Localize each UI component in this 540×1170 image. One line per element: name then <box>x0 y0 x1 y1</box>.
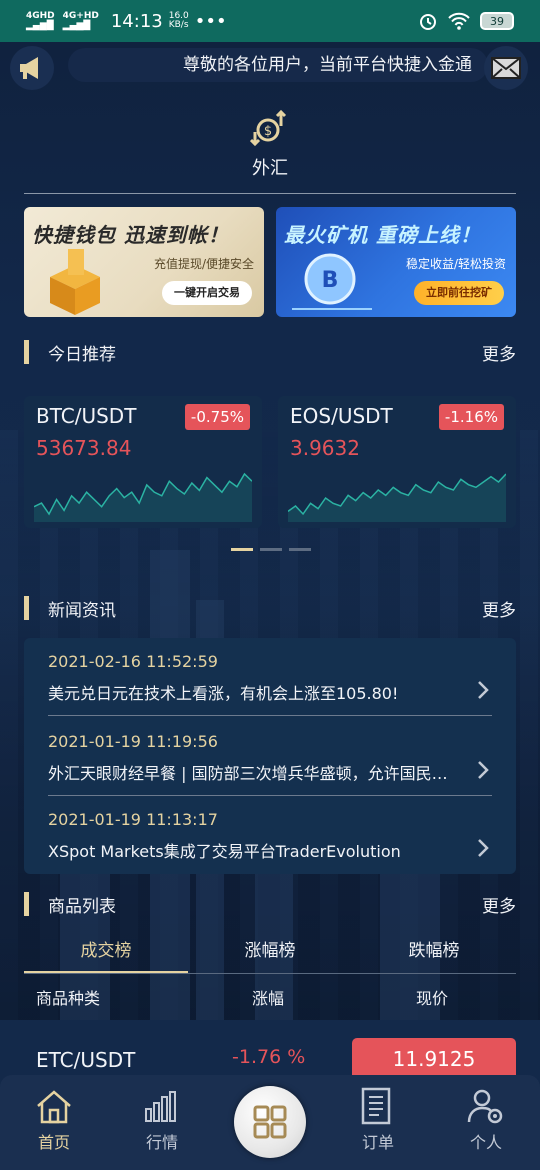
ticker-pair: BTC/USDT <box>36 404 137 428</box>
column-price: 现价 <box>416 989 449 1008</box>
nav-label: 行情 <box>145 1133 178 1152</box>
tab-volume[interactable]: 成交榜 <box>24 932 188 974</box>
nav-profile[interactable]: 个人 <box>446 1085 526 1153</box>
row-price-badge: 11.9125 <box>352 1038 516 1080</box>
tab-losers[interactable]: 跌幅榜 <box>352 932 516 974</box>
section-marker <box>24 596 29 620</box>
carousel-dot-active[interactable] <box>231 548 253 551</box>
chevron-right-icon <box>478 761 489 779</box>
nav-home[interactable]: 首页 <box>14 1085 94 1153</box>
divider <box>24 973 516 974</box>
section-today: 今日推荐 更多 <box>24 338 516 366</box>
column-change: 涨幅 <box>252 989 285 1008</box>
notice-text: 尊敬的各位用户，当前平台快捷入金通 <box>68 48 488 82</box>
section-products: 商品列表 更多 <box>24 890 516 918</box>
section-title: 新闻资讯 <box>48 601 116 621</box>
home-icon <box>37 1090 71 1124</box>
more-link[interactable]: 更多 <box>482 340 516 365</box>
tab-gainers[interactable]: 涨幅榜 <box>188 932 352 974</box>
more-link[interactable]: 更多 <box>482 892 516 917</box>
ticker-card[interactable]: EOS/USDT -1.16% 3.9632 <box>278 396 516 528</box>
nav-label: 首页 <box>37 1133 70 1152</box>
more-link[interactable]: 更多 <box>482 596 516 621</box>
svg-text:B: B <box>322 268 339 293</box>
signal-1-label: 4GHD <box>26 11 55 21</box>
divider <box>48 715 492 716</box>
battery-icon: 39 <box>480 12 514 30</box>
section-marker <box>24 892 29 916</box>
center-trade-button[interactable] <box>234 1086 306 1158</box>
news-date: 2021-01-19 11:19:56 <box>48 732 218 751</box>
notice-bar[interactable]: 尊敬的各位用户，当前平台快捷入金通 <box>0 42 540 90</box>
sparkline-area <box>288 474 506 522</box>
ticker-price: 53673.84 <box>36 436 132 460</box>
section-title: 商品列表 <box>48 897 116 917</box>
sparkline-area <box>34 474 252 522</box>
nav-label: 个人 <box>469 1133 502 1152</box>
megaphone-icon <box>10 46 54 90</box>
carousel-dot[interactable] <box>260 548 282 551</box>
network-speed: 16.0 KB/s <box>169 12 189 30</box>
banner-mining-title: 最火矿机 重磅上线！ <box>284 223 481 247</box>
status-bar: 4GHD ▂▄▆█ 4G+HD ▂▄▆█ 14:13 16.0 KB/s •••… <box>0 0 540 42</box>
ticker-pair: EOS/USDT <box>290 404 393 428</box>
divider <box>24 193 516 194</box>
forex-entry[interactable]: $ 外汇 <box>0 108 540 180</box>
order-icon <box>361 1087 391 1125</box>
row-pair: ETC/USDT <box>36 1048 136 1072</box>
user-settings-icon <box>467 1089 503 1124</box>
more-notifications-icon: ••• <box>194 10 227 32</box>
banner-wallet[interactable]: 快捷钱包 迅速到帐！ 充值提现/便捷安全 一键开启交易 <box>24 207 264 317</box>
news-item[interactable]: 2021-02-16 11:52:59 美元兑日元在技术上看涨，有机会上涨至10… <box>24 638 516 716</box>
banner-mining-subtitle: 稳定收益/轻松投资 <box>405 257 506 271</box>
market-tabs: 成交榜 涨幅榜 跌幅榜 <box>24 932 516 974</box>
news-title: 外汇天眼财经早餐 | 国防部三次增兵华盛顿，允许国民警卫队携带武器 <box>48 764 458 783</box>
section-title: 今日推荐 <box>48 345 116 365</box>
news-item[interactable]: 2021-01-19 11:19:56 外汇天眼财经早餐 | 国防部三次增兵华盛… <box>24 718 516 796</box>
sparkline <box>34 472 252 522</box>
wifi-icon <box>448 12 470 30</box>
speed-unit: KB/s <box>168 20 189 30</box>
banner-mining[interactable]: B 最火矿机 重磅上线！ 稳定收益/轻松投资 立即前往挖矿 <box>276 207 516 317</box>
news-date: 2021-01-19 11:13:17 <box>48 810 218 829</box>
ticker-change-badge: -0.75% <box>184 404 250 430</box>
row-change: -1.76 % <box>232 1046 306 1068</box>
chevron-right-icon <box>478 839 489 857</box>
forex-label: 外汇 <box>252 158 288 179</box>
banner-mining-button[interactable]: 立即前往挖矿 <box>414 281 504 305</box>
news-item[interactable]: 2021-01-19 11:13:17 XSpot Markets集成了交易平台… <box>24 796 516 874</box>
nav-label: 订单 <box>361 1133 394 1152</box>
signal-indicator: 4G+HD ▂▄▆█ <box>62 11 99 31</box>
ticker-card[interactable]: BTC/USDT -0.75% 53673.84 <box>24 396 262 528</box>
news-date: 2021-02-16 11:52:59 <box>48 652 218 671</box>
grid-icon <box>253 1105 287 1139</box>
market-bars-icon <box>145 1091 176 1122</box>
banner-wallet-button[interactable]: 一键开启交易 <box>162 281 252 305</box>
forex-exchange-icon: $ <box>250 109 287 147</box>
chevron-right-icon <box>478 681 489 699</box>
section-news: 新闻资讯 更多 <box>24 594 516 622</box>
ticker-price: 3.9632 <box>290 436 360 460</box>
column-name: 商品种类 <box>36 989 101 1008</box>
section-marker <box>24 340 29 364</box>
clock: 14:13 <box>110 10 163 32</box>
nav-orders[interactable]: 订单 <box>338 1085 418 1153</box>
banner-wallet-subtitle: 充值提现/便捷安全 <box>153 257 254 271</box>
news-title: 美元兑日元在技术上看涨，有机会上涨至105.80! <box>48 684 399 703</box>
nav-market[interactable]: 行情 <box>122 1085 202 1153</box>
sparkline <box>288 473 506 522</box>
signal-2-label: 4G+HD <box>62 11 99 21</box>
news-title: XSpot Markets集成了交易平台TraderEvolution <box>48 842 401 861</box>
carousel-indicator <box>231 548 311 551</box>
svg-text:$: $ <box>264 124 272 139</box>
banner-wallet-title: 快捷钱包 迅速到帐！ <box>32 223 229 247</box>
signal-indicator: 4GHD ▂▄▆█ <box>26 11 55 31</box>
news-list: 2021-02-16 11:52:59 美元兑日元在技术上看涨，有机会上涨至10… <box>24 638 516 874</box>
mail-icon[interactable] <box>484 46 528 90</box>
alarm-icon <box>420 14 436 30</box>
carousel-dot[interactable] <box>289 548 311 551</box>
ticker-change-badge: -1.16% <box>438 404 504 430</box>
